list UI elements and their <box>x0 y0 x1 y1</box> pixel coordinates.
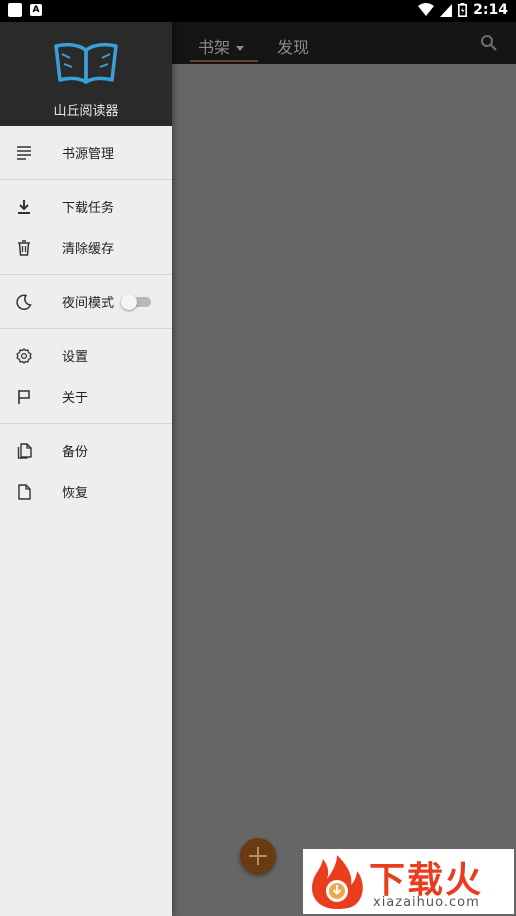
book-logo-icon <box>54 42 118 84</box>
watermark-url: xiazaihuo.com <box>373 895 480 910</box>
menu-item-backup[interactable]: 备份 <box>0 430 172 471</box>
toggle-knob <box>121 294 137 310</box>
menu-label: 设置 <box>62 350 89 365</box>
watermark: 下载火 xiazaihuo.com <box>303 849 514 914</box>
menu-group: 备份 恢复 <box>0 424 172 518</box>
drawer-header: 山丘阅读器 <box>0 22 172 126</box>
a-icon: A <box>30 4 42 16</box>
tab-bookshelf-label: 书架 <box>198 38 231 57</box>
menu-label: 恢复 <box>62 486 89 501</box>
menu-label: 书源管理 <box>62 147 115 162</box>
status-left-icons: A <box>8 3 42 17</box>
tab-discover[interactable]: 发现 <box>277 34 309 58</box>
menu-item-restore[interactable]: 恢复 <box>0 471 172 512</box>
file-icon <box>18 483 31 500</box>
night-mode-toggle[interactable] <box>121 294 151 310</box>
navigation-drawer: 山丘阅读器 书源管理 下载任务 清除缓存 夜间模式 设置 关于 备份 恢复 <box>0 22 172 916</box>
tab-bookshelf[interactable]: 书架 <box>198 34 245 58</box>
main-content: 书架 发现 <box>172 22 516 916</box>
menu-label: 清除缓存 <box>62 242 115 257</box>
app-bar: 书架 发现 <box>172 22 516 64</box>
menu-group: 下载任务 清除缓存 <box>0 180 172 275</box>
trash-icon <box>18 239 30 256</box>
battery-icon <box>458 3 468 17</box>
menu-item-night-mode[interactable]: 夜间模式 <box>0 281 172 322</box>
menu-item-settings[interactable]: 设置 <box>0 335 172 376</box>
flame-logo-icon <box>312 855 363 909</box>
app-name: 山丘阅读器 <box>53 104 119 119</box>
tab-indicator <box>190 60 258 62</box>
status-time: 2:14 <box>473 2 508 18</box>
menu-label: 备份 <box>62 445 89 460</box>
download-icon <box>18 199 30 214</box>
tab-discover-label: 发现 <box>277 38 310 57</box>
moon-icon <box>16 293 32 310</box>
menu-item-downloads[interactable]: 下载任务 <box>0 186 172 227</box>
menu-item-book-sources[interactable]: 书源管理 <box>0 132 172 173</box>
wifi-icon <box>418 3 435 16</box>
flag-icon <box>18 389 30 404</box>
menu-group: 设置 关于 <box>0 329 172 424</box>
add-book-button[interactable] <box>240 838 276 874</box>
notification-icon <box>8 3 22 17</box>
menu-group: 夜间模式 <box>0 275 172 329</box>
menu-group: 书源管理 <box>0 126 172 180</box>
search-icon[interactable] <box>480 34 498 52</box>
menu-label: 夜间模式 <box>62 296 115 311</box>
signal-icon <box>440 3 453 17</box>
gear-icon <box>16 347 32 364</box>
caret-down-icon <box>236 46 245 51</box>
status-bar: A 2:14 <box>0 0 516 22</box>
list-icon <box>17 145 31 160</box>
menu-label: 下载任务 <box>62 201 115 216</box>
menu-item-about[interactable]: 关于 <box>0 376 172 417</box>
menu-label: 关于 <box>62 391 89 406</box>
copy-file-icon <box>17 442 32 459</box>
status-right: 2:14 <box>418 2 508 18</box>
menu-item-clear-cache[interactable]: 清除缓存 <box>0 227 172 268</box>
